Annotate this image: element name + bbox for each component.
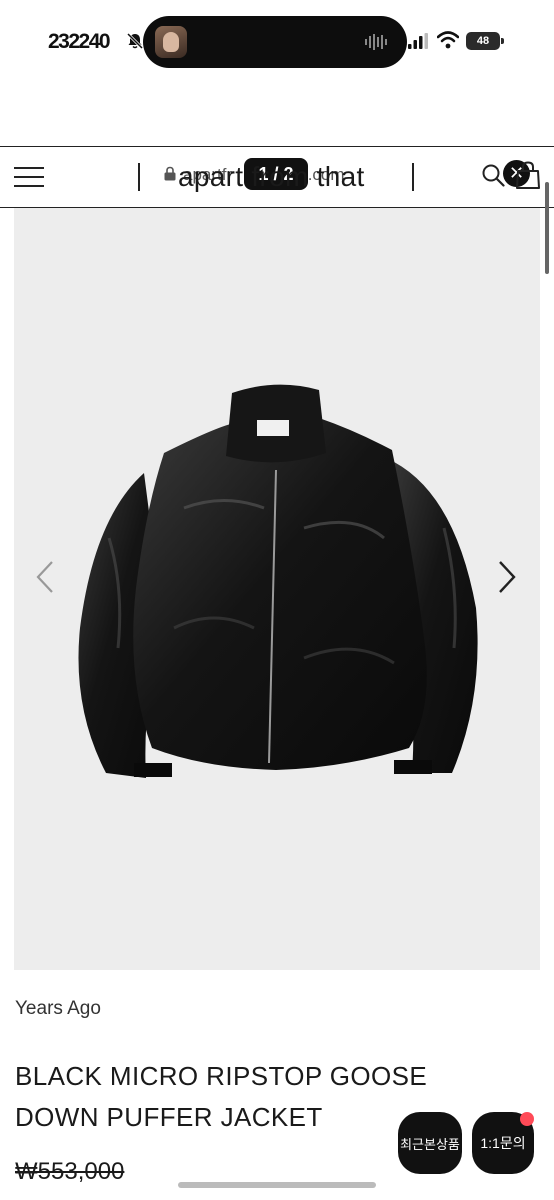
product-price: ₩553,000 xyxy=(15,1158,125,1185)
menu-icon[interactable] xyxy=(14,167,44,187)
home-indicator[interactable] xyxy=(178,1182,376,1188)
status-time: 232240 xyxy=(48,30,111,53)
signal-icon xyxy=(408,33,428,49)
product-image[interactable] xyxy=(14,208,540,970)
chevron-right-icon[interactable] xyxy=(496,560,518,594)
product-label: Years Ago xyxy=(15,998,101,1019)
dynamic-island[interactable] xyxy=(143,16,407,68)
brand-logo[interactable]: apart from that xyxy=(178,161,365,193)
island-avatar xyxy=(155,26,187,58)
wifi-icon xyxy=(437,31,459,49)
status-bar: 232240 48 xyxy=(0,0,554,80)
header-divider xyxy=(412,163,414,191)
notification-badge xyxy=(520,1112,534,1126)
battery-icon: 48 xyxy=(466,32,504,50)
site-header: apart from that xyxy=(0,146,554,208)
header-divider xyxy=(138,163,140,191)
audio-wave-icon xyxy=(365,34,387,50)
mute-icon xyxy=(126,32,144,50)
jacket-photo xyxy=(14,208,540,970)
bag-icon[interactable] xyxy=(516,161,540,189)
scrollbar[interactable] xyxy=(545,182,549,274)
chevron-left-icon[interactable] xyxy=(34,560,56,594)
recently-viewed-button[interactable]: 최근본상품 xyxy=(398,1112,462,1174)
search-icon[interactable] xyxy=(481,163,505,187)
browser-url-bar[interactable]: apartfr store.com 1 / 2 ✕ xyxy=(0,80,554,190)
